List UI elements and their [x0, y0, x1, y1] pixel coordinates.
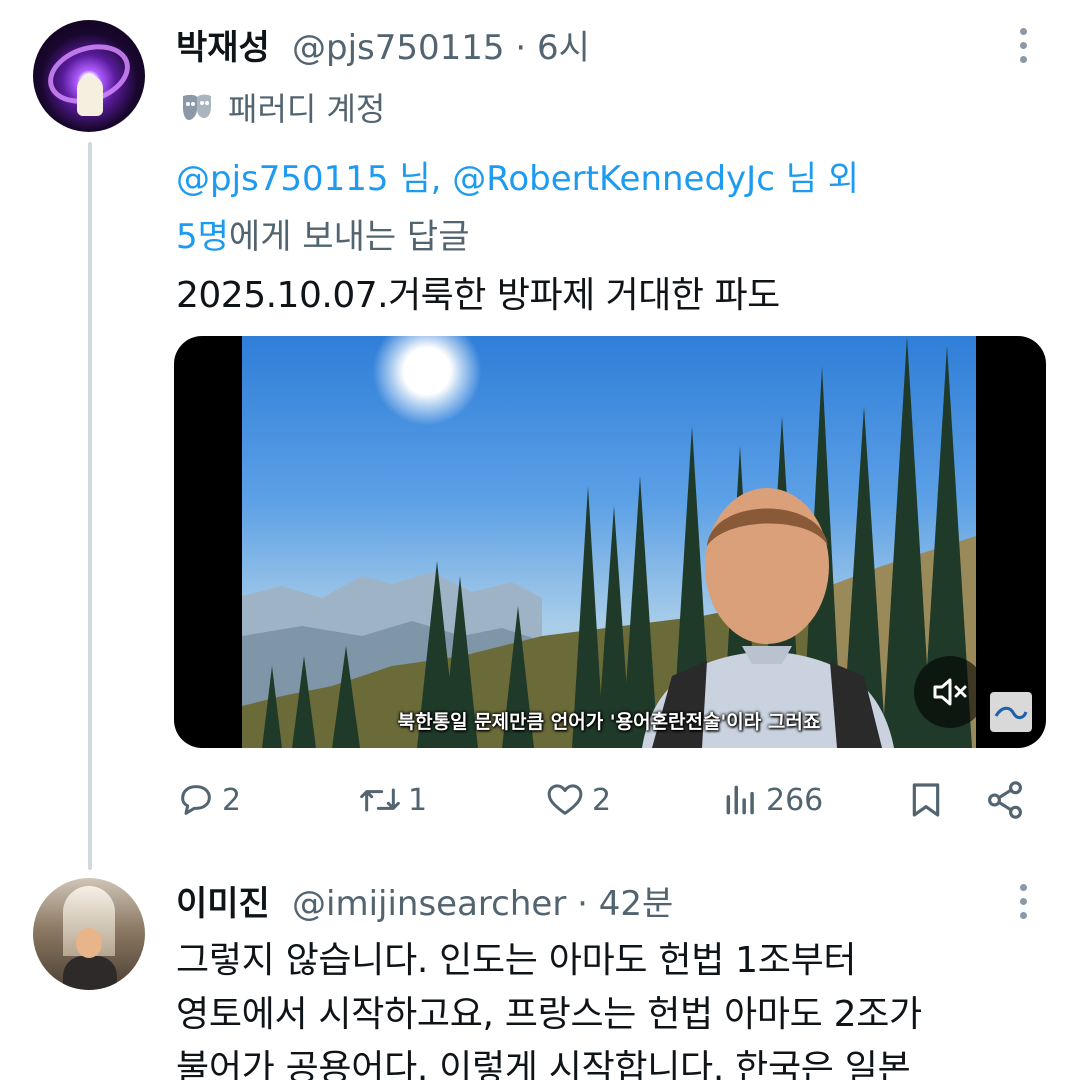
- reply-button[interactable]: 2: [176, 770, 241, 830]
- speaker-muted-icon: [933, 678, 967, 706]
- reply-context: @pjs750115 님, @RobertKennedyJc 님 외 5명에게 …: [176, 150, 976, 266]
- more-options-icon[interactable]: [1018, 884, 1028, 919]
- views-chart-icon: [726, 785, 754, 815]
- post-text-line: 그렇지 않습니다. 인도는 아마도 헌법 1조부터: [176, 940, 857, 981]
- avatar-figure-face: [76, 928, 102, 958]
- video-frame: 북한통일 문제만큼 언어가 '용어혼란전술'이라 그러죠: [242, 336, 976, 748]
- bookmark-icon: [912, 783, 940, 817]
- bookmark-button[interactable]: [906, 770, 946, 830]
- more-options-icon[interactable]: [1018, 28, 1028, 63]
- reply-count: 2: [222, 782, 242, 818]
- parody-label: 패러디 계정: [228, 90, 386, 128]
- avatar-figure: [77, 76, 103, 116]
- display-name[interactable]: 이미진: [176, 876, 270, 925]
- post-text: 그렇지 않습니다. 인도는 아마도 헌법 1조부터 영토에서 시작하고요, 프랑…: [176, 934, 1036, 1080]
- avatar[interactable]: [33, 878, 145, 990]
- wave-logo-icon: [994, 706, 1028, 720]
- display-name[interactable]: 박재성: [176, 20, 270, 69]
- handle-and-time[interactable]: @imijinsearcher · 42분: [292, 876, 673, 925]
- parody-mask-icon: [183, 94, 211, 120]
- heart-icon: [547, 784, 583, 815]
- like-button[interactable]: 2: [544, 770, 611, 830]
- repost-icon: [360, 788, 400, 812]
- post-text-line: 영토에서 시작하고요, 프랑스는 헌법 아마도 2조가: [176, 994, 922, 1035]
- parody-account-badge: 패러디 계정: [180, 84, 385, 130]
- reply-suffix: 에게 보내는 답글: [228, 217, 470, 257]
- video-player[interactable]: 북한통일 문제만큼 언어가 '용어혼란전술'이라 그러죠: [174, 336, 1046, 748]
- thread-connector-line: [88, 142, 92, 870]
- like-count: 2: [592, 782, 612, 818]
- reply-icon: [181, 785, 211, 815]
- view-count: 266: [766, 782, 824, 818]
- post-actions-bar: 2 1 2 266: [176, 770, 1036, 830]
- mute-button[interactable]: [914, 656, 986, 728]
- views-button[interactable]: 266: [722, 770, 823, 830]
- repost-button[interactable]: 1: [358, 770, 427, 830]
- channel-watermark: [990, 692, 1032, 732]
- video-subtitle: 북한통일 문제만큼 언어가 '용어혼란전술'이라 그러죠: [397, 711, 821, 733]
- avatar[interactable]: [33, 20, 145, 132]
- repost-count: 1: [408, 782, 428, 818]
- share-button[interactable]: [984, 770, 1026, 830]
- share-icon: [988, 781, 1022, 819]
- post-text: 2025.10.07.거룩한 방파제 거대한 파도: [176, 275, 780, 316]
- post-text-line: 불어가 공용어다. 이렇게 시작합니다. 한국은 일본: [176, 1048, 911, 1080]
- reply-mentions-link[interactable]: @pjs750115 님, @RobertKennedyJc 님 외: [176, 159, 859, 199]
- avatar-figure-body: [63, 956, 117, 990]
- handle-and-time[interactable]: @pjs750115 · 6시: [292, 20, 590, 69]
- reply-others-link[interactable]: 5명: [176, 217, 229, 257]
